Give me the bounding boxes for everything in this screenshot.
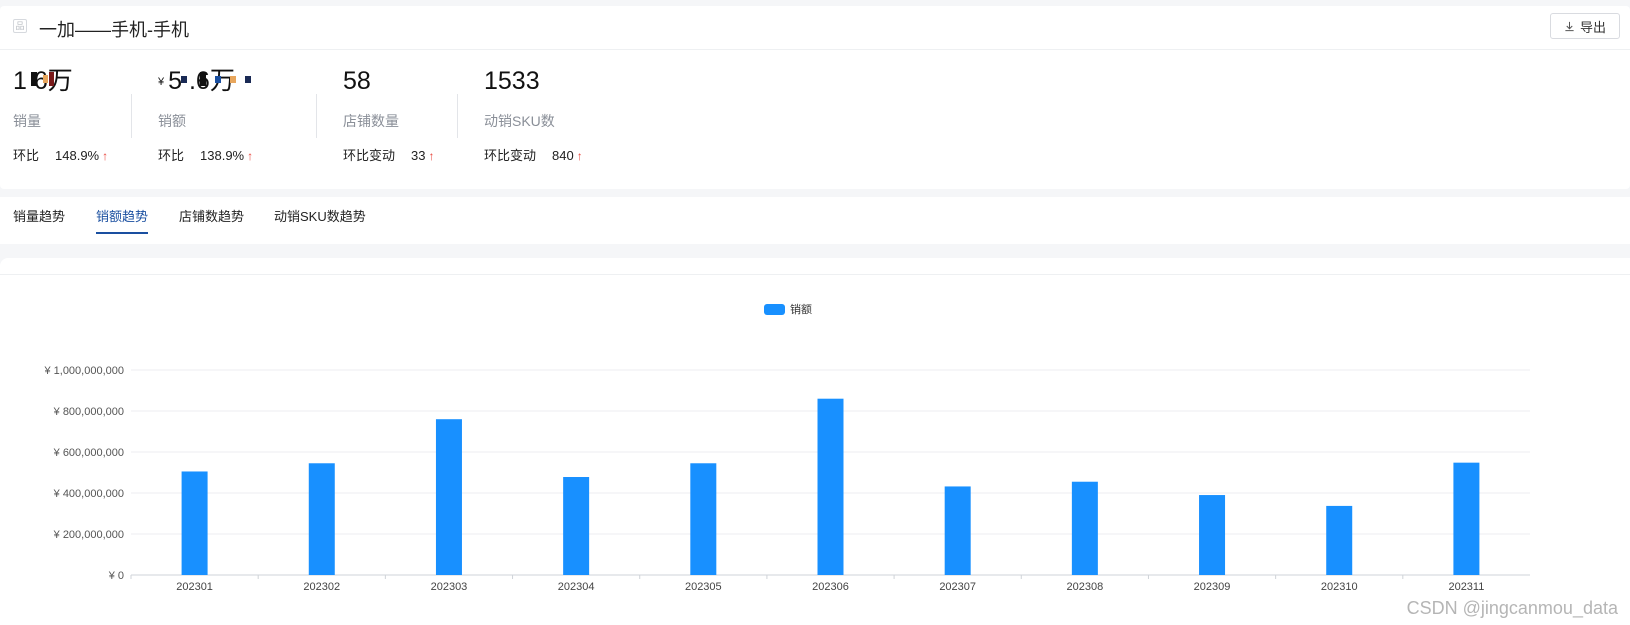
tab-sales-amount-trend[interactable]: 销额趋势 <box>96 206 149 234</box>
y-tick-label: ¥ 200,000,000 <box>53 529 124 541</box>
metric-active-sku-count: 1533 动销SKU数 环比变动 840 ↑ <box>484 66 583 164</box>
metric-value: 1533 <box>484 67 540 95</box>
up-arrow-icon: ↑ <box>102 149 109 163</box>
summary-card: 品 一加——手机-手机 导出 1 6万 销量 环比148.9%↑ ¥5 .6万 <box>0 6 1630 189</box>
bar <box>944 486 971 575</box>
trend-tabs: 销量趋势 销额趋势 店铺数趋势 动销SKU数趋势 <box>0 197 1630 244</box>
bar <box>1326 505 1353 575</box>
redaction-mark <box>200 72 206 86</box>
export-button[interactable]: 导出 <box>1550 13 1620 39</box>
metric-label: 动销SKU数 <box>484 113 555 129</box>
metric-store-count: 58 店铺数量 环比变动 33 ↑ <box>343 66 434 164</box>
x-tick-label: 202304 <box>558 581 595 593</box>
y-tick-label: ¥ 1,000,000,000 <box>43 365 124 377</box>
bar <box>1453 462 1480 575</box>
x-tick-label: 202306 <box>812 581 849 593</box>
metric-label: 销额 <box>158 113 186 129</box>
download-icon <box>1565 21 1574 31</box>
y-tick-label: ¥ 600,000,000 <box>53 447 124 459</box>
bar <box>817 398 844 575</box>
redaction-mark <box>181 76 187 83</box>
page-title: 一加——手机-手机 <box>39 20 189 40</box>
bar <box>435 419 462 575</box>
bar <box>690 463 717 575</box>
metric-value: 1 6万 <box>13 66 108 96</box>
x-tick-label: 202303 <box>431 581 468 593</box>
tab-sales-volume-trend[interactable]: 销量趋势 <box>13 206 65 232</box>
x-tick-label: 202301 <box>176 581 213 593</box>
divider <box>457 94 458 138</box>
metric-value: ¥5 .6万 <box>158 66 253 96</box>
x-tick-label: 202309 <box>1194 581 1231 593</box>
redaction-mark <box>49 72 54 86</box>
x-tick-label: 202311 <box>1448 581 1484 593</box>
up-arrow-icon: ↑ <box>576 149 583 163</box>
metric-label: 销量 <box>13 113 41 129</box>
metric-change: 环比 148.9% ↑ <box>13 148 109 163</box>
sales-amount-bar-chart: ¥ 0 ¥ 200,000,000 ¥ 400,000,000 ¥ 600,000,0… <box>43 302 1530 593</box>
x-tick-label: 202305 <box>685 581 722 593</box>
metric-change: 环比变动 33 ↑ <box>343 148 435 163</box>
bar <box>308 463 335 575</box>
x-tick-label: 202307 <box>939 581 976 593</box>
tab-sku-count-trend[interactable]: 动销SKU数趋势 <box>274 206 366 232</box>
up-arrow-icon: ↑ <box>247 149 254 163</box>
legend-swatch <box>764 304 785 315</box>
bar <box>1199 495 1226 575</box>
metric-change: 环比 138.9% ↑ <box>158 148 254 163</box>
up-arrow-icon: ↑ <box>428 149 435 163</box>
watermark: CSDN @jingcanmou_data <box>1406 598 1618 618</box>
divider <box>316 94 317 138</box>
x-tick-label: 202302 <box>303 581 340 593</box>
legend-label: 销额 <box>790 302 812 316</box>
redaction-mark <box>245 76 251 83</box>
x-tick-label: 202308 <box>1067 581 1104 593</box>
metric-sales-volume: 1 6万 销量 环比148.9%↑ <box>13 66 108 164</box>
metric-change: 环比变动 840 ↑ <box>484 148 583 163</box>
redaction-mark <box>31 72 37 86</box>
bar <box>1071 481 1098 575</box>
x-tick-label: 202310 <box>1321 581 1358 593</box>
y-tick-label: ¥ 0 <box>108 570 124 582</box>
chart-panel: ¥ 0 ¥ 200,000,000 ¥ 400,000,000 ¥ 600,000,0… <box>0 258 1630 625</box>
redaction-mark <box>215 76 221 83</box>
tab-store-count-trend[interactable]: 店铺数趋势 <box>179 206 244 232</box>
metric-value: 58 <box>343 67 371 95</box>
y-tick-label: ¥ 400,000,000 <box>53 488 124 500</box>
bar <box>563 477 590 575</box>
product-image-icon: 品 <box>13 19 27 33</box>
y-tick-label: ¥ 800,000,000 <box>53 406 124 418</box>
metric-label: 店铺数量 <box>343 113 399 129</box>
divider <box>131 94 132 138</box>
redaction-mark <box>43 75 48 83</box>
export-label: 导出 <box>1579 19 1606 35</box>
bar <box>181 471 208 575</box>
metric-sales-amount: ¥5 .6万 销额 环比 138.9% ↑ <box>158 66 253 164</box>
title-bar: 品 一加——手机-手机 导出 <box>0 6 1630 50</box>
redaction-mark <box>230 76 236 83</box>
